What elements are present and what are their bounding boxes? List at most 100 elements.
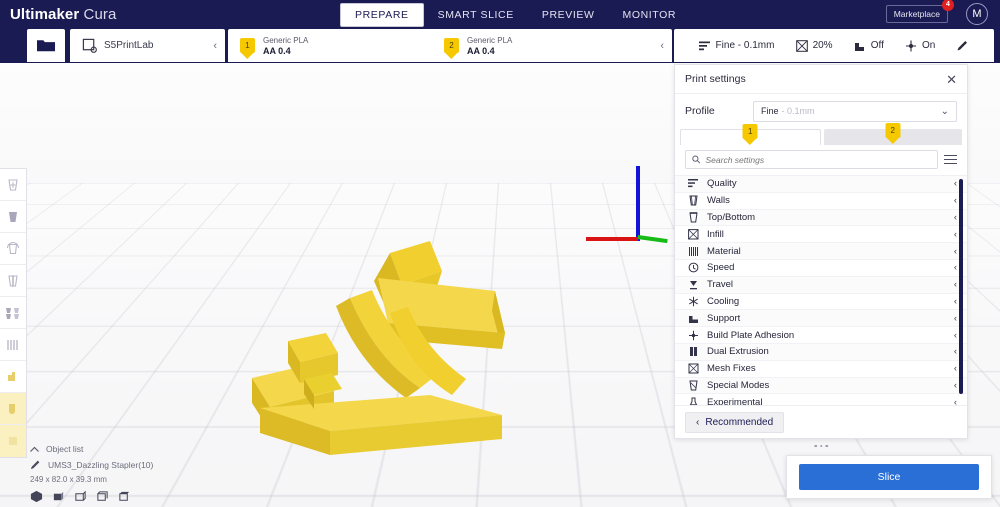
category-speed[interactable]: Speed ‹ [675, 260, 967, 277]
top-view-icon[interactable] [118, 490, 131, 503]
mesh-fixes-icon [687, 363, 699, 375]
marketplace-button[interactable]: Marketplace [886, 5, 948, 23]
adhesion-icon [687, 329, 699, 341]
cooling-icon [687, 295, 699, 307]
mirror-tool[interactable] [0, 265, 26, 297]
left-tool-palette [0, 168, 27, 458]
settings-scrollbar[interactable] [959, 179, 963, 394]
category-label: Special Modes [707, 380, 769, 391]
search-input[interactable] [705, 155, 931, 165]
printer-selector[interactable]: S5PrintLab ‹ [70, 29, 225, 62]
slice-button[interactable]: Slice [799, 464, 979, 490]
printer-chevron-icon: ‹ [213, 40, 217, 52]
summary-adhesion[interactable]: On [905, 40, 935, 52]
rotate-tool[interactable] [0, 233, 26, 265]
summary-edit-button[interactable] [956, 39, 969, 52]
extruder-tab-1[interactable]: 1 [680, 129, 821, 145]
search-row [675, 145, 967, 175]
category-walls[interactable]: Walls ‹ [675, 193, 967, 210]
category-label: Mesh Fixes [707, 363, 756, 374]
recommended-label: Recommended [705, 417, 773, 428]
category-special-modes[interactable]: Special Modes ‹ [675, 378, 967, 395]
close-icon[interactable]: ✕ [946, 73, 957, 86]
chevron-left-icon: ‹ [954, 313, 957, 324]
category-dual-extrusion[interactable]: Dual Extrusion ‹ [675, 344, 967, 361]
category-mesh-fixes[interactable]: Mesh Fixes ‹ [675, 361, 967, 378]
object-list-header[interactable]: Object list [30, 442, 245, 456]
category-label: Experimental [707, 397, 762, 405]
category-infill[interactable]: Infill ‹ [675, 226, 967, 243]
recommended-button[interactable]: ‹ Recommended [685, 412, 784, 433]
chevron-left-icon: ‹ [954, 296, 957, 307]
category-label: Quality [707, 178, 737, 189]
chevron-up-icon [30, 446, 39, 453]
layer-height-icon [699, 40, 711, 52]
chevron-left-icon: ‹ [954, 262, 957, 273]
chevron-left-icon: ‹ [954, 178, 957, 189]
category-build-plate-adhesion[interactable]: Build Plate Adhesion ‹ [675, 327, 967, 344]
front-view-icon[interactable] [96, 490, 109, 503]
support-icon [687, 312, 699, 324]
tab-preview[interactable]: PREVIEW [528, 4, 609, 26]
move-icon [6, 178, 20, 192]
dual-extrusion-icon [687, 346, 699, 358]
category-cooling[interactable]: Cooling ‹ [675, 294, 967, 311]
hamburger-menu-icon[interactable] [944, 152, 957, 166]
panel-drag-handle[interactable] [814, 445, 828, 448]
tab-smart-slice[interactable]: SMART SLICE [424, 4, 528, 26]
brand-name-light: Cura [84, 6, 117, 23]
special-modes-icon [687, 379, 699, 391]
infill-icon [687, 228, 699, 240]
tab-prepare[interactable]: PREPARE [340, 3, 424, 27]
object-list-item[interactable]: UMS3_Dazzling Stapler(10) [30, 456, 245, 473]
xray-view-icon[interactable] [74, 490, 87, 503]
per-model-settings-tool[interactable] [0, 297, 26, 329]
chevron-left-icon: ‹ [954, 279, 957, 290]
extruder-tab-2[interactable]: 2 [824, 129, 963, 145]
category-material[interactable]: Material ‹ [675, 243, 967, 260]
category-top-bottom[interactable]: Top/Bottom ‹ [675, 210, 967, 227]
summary-infill[interactable]: 20% [796, 40, 833, 52]
quality-icon [687, 178, 699, 190]
settings-category-list[interactable]: Quality ‹ Walls ‹ Top/Bottom ‹ [675, 175, 967, 405]
tab-monitor[interactable]: MONITOR [608, 4, 690, 26]
mirror-icon [6, 274, 20, 288]
extruder-3-tool[interactable] [0, 425, 26, 457]
extruder-2-number-badge: 2 [444, 38, 459, 53]
chevron-down-icon: ⌄ [941, 106, 949, 117]
summary-profile[interactable]: Fine - 0.1mm [699, 40, 775, 52]
extruder-2-material: Generic PLA [467, 35, 512, 46]
profile-row: Profile Fine - 0.1mm ⌄ [675, 94, 967, 128]
extruder-1-icon [6, 370, 20, 384]
extruder-1-nozzle: AA 0.4 [263, 46, 308, 57]
category-quality[interactable]: Quality ‹ [675, 176, 967, 193]
category-label: Support [707, 313, 740, 324]
open-file-button[interactable] [27, 29, 65, 62]
view-mode-icons [30, 488, 245, 503]
chevron-left-icon: ‹ [954, 229, 957, 240]
extruder-2-selector[interactable]: 2 Generic PLA AA 0.4 ‹ [432, 29, 672, 62]
category-experimental[interactable]: Experimental ‹ [675, 394, 967, 405]
category-label: Speed [707, 262, 734, 273]
marketplace-badge: 4 [942, 0, 954, 11]
avatar[interactable]: M [966, 3, 988, 25]
summary-support[interactable]: Off [854, 40, 884, 52]
profile-value: Fine [761, 106, 779, 116]
solid-view-icon[interactable] [30, 490, 43, 503]
extruder-2-tool[interactable] [0, 393, 26, 425]
print-settings-summary-bar[interactable]: Fine - 0.1mm 20% Off On [674, 29, 994, 62]
rotate-icon [6, 242, 20, 256]
search-box[interactable] [685, 150, 938, 169]
extruder-1-selector[interactable]: 1 Generic PLA AA 0.4 [228, 29, 448, 62]
profile-dropdown[interactable]: Fine - 0.1mm ⌄ [753, 101, 957, 122]
category-label: Build Plate Adhesion [707, 330, 794, 341]
panel-title: Print settings [685, 73, 746, 85]
category-travel[interactable]: Travel ‹ [675, 277, 967, 294]
move-tool[interactable] [0, 169, 26, 201]
support-blocker-tool[interactable] [0, 329, 26, 361]
category-support[interactable]: Support ‹ [675, 310, 967, 327]
model-3d-object[interactable] [230, 163, 540, 473]
scale-tool[interactable] [0, 201, 26, 233]
extruder-1-tool[interactable] [0, 361, 26, 393]
layer-view-icon[interactable] [52, 490, 65, 503]
